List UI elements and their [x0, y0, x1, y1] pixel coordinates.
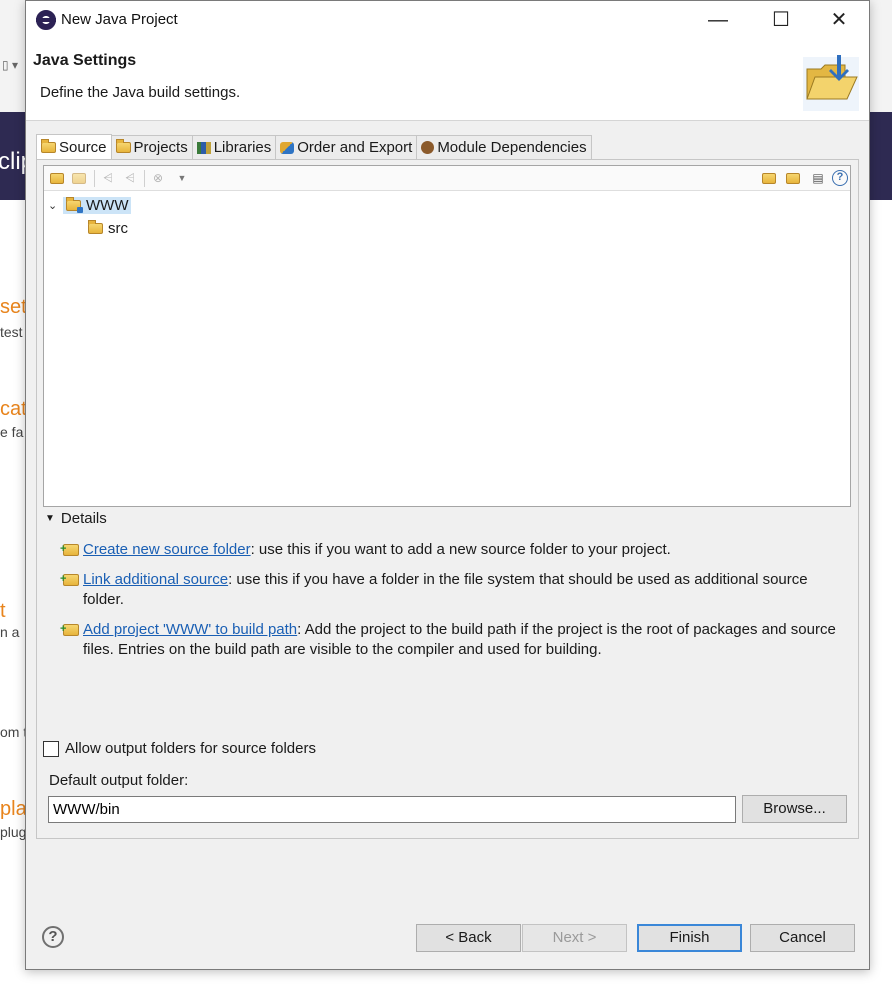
cancel-button[interactable]: Cancel: [750, 924, 855, 952]
folder-icon: [41, 139, 56, 153]
tree-item-project[interactable]: ⌄ WWW: [48, 194, 132, 216]
finish-button[interactable]: Finish: [637, 924, 742, 952]
window-title: New Java Project: [61, 11, 178, 28]
add-project-icon: [60, 619, 79, 639]
tab-label: Order and Export: [297, 139, 413, 156]
order-export-icon: [280, 141, 295, 154]
filter-icon[interactable]: ⩤: [100, 170, 116, 186]
minimize-button[interactable]: —: [703, 7, 733, 33]
background-fragment: om t: [0, 724, 28, 740]
details-section-toggle[interactable]: ▼ Details: [45, 510, 107, 527]
remove-entry-icon[interactable]: ▤: [810, 170, 826, 186]
tab-label: Module Dependencies: [437, 139, 587, 156]
tree-toolbar: ⩤ ⩤ ⊗ ▼ ▤ ?: [44, 166, 850, 191]
add-folder-icon[interactable]: [50, 173, 64, 184]
help-button[interactable]: ?: [42, 926, 64, 948]
tree-item-src[interactable]: src: [88, 217, 128, 239]
filter-edit-icon[interactable]: ⩤: [122, 170, 138, 186]
source-tab-panel: ⩤ ⩤ ⊗ ▼ ▤ ? ⌄ WWW src ▼ Details + Create…: [36, 159, 859, 839]
back-button[interactable]: < Back: [416, 924, 521, 952]
tab-projects[interactable]: Projects: [110, 135, 193, 159]
source-folder-icon: [88, 219, 103, 234]
tree-item-label: WWW: [86, 196, 129, 214]
checkbox-label: Allow output folders for source folders: [65, 740, 316, 757]
wizard-banner: Java Settings Define the Java build sett…: [26, 39, 869, 121]
help-icon[interactable]: ?: [832, 170, 848, 186]
libraries-icon: [196, 141, 211, 154]
chevron-down-icon[interactable]: ⌄: [48, 199, 58, 212]
title-bar[interactable]: New Java Project — ☐ ✕: [26, 1, 869, 39]
new-java-project-dialog: New Java Project — ☐ ✕ Java Settings Def…: [25, 0, 870, 970]
page-title: Java Settings: [33, 52, 137, 69]
tab-source[interactable]: Source: [36, 134, 112, 160]
eclipse-icon: [36, 10, 56, 30]
link-folder-icon[interactable]: [786, 173, 800, 184]
chevron-down-icon[interactable]: ▼: [174, 170, 190, 186]
tab-module-dependencies[interactable]: Module Dependencies: [416, 135, 592, 159]
remove-icon[interactable]: ⊗: [150, 170, 166, 186]
detail-description: : use this if you want to add a new sour…: [250, 541, 671, 558]
triangle-down-icon: ▼: [45, 513, 55, 524]
detail-text: Add project 'WWW' to build path: Add the…: [83, 620, 843, 660]
detail-item: Create new source folder: use this if yo…: [60, 539, 843, 560]
project-folder-icon: [66, 196, 83, 213]
detail-text: Link additional source: use this if you …: [83, 570, 843, 610]
link-source-icon: [60, 569, 79, 589]
details-header: Details: [60, 510, 107, 527]
toolbar-separator: [94, 170, 95, 187]
link-additional-source-link[interactable]: Link additional source: [83, 571, 228, 588]
link-source-icon[interactable]: [72, 173, 86, 184]
background-fragment: test: [0, 324, 23, 340]
toolbar-separator: [144, 170, 145, 187]
create-new-source-folder-link[interactable]: Create new source folder: [83, 541, 251, 558]
page-description: Define the Java build settings.: [40, 84, 241, 101]
background-fragment: t: [0, 600, 6, 622]
add-project-to-build-path-link[interactable]: Add project 'WWW' to build path: [83, 621, 297, 638]
default-output-folder-input[interactable]: [48, 796, 736, 823]
close-button[interactable]: ✕: [824, 7, 854, 33]
module-icon: [421, 141, 435, 154]
tree-item-label: src: [108, 219, 128, 237]
background-fragment: e fa: [0, 424, 24, 440]
detail-text: Create new source folder: use this if yo…: [83, 540, 671, 560]
detail-item: Link additional source: use this if you …: [60, 569, 843, 610]
background-fragment: plug: [0, 824, 27, 840]
background-fragment: cat: [0, 398, 27, 420]
browse-button[interactable]: Browse...: [742, 795, 847, 823]
maximize-button[interactable]: ☐: [766, 7, 796, 33]
next-button[interactable]: Next >: [522, 924, 627, 952]
tab-label: Projects: [133, 139, 188, 156]
tab-libraries[interactable]: Libraries: [191, 135, 277, 159]
tree-item-selection: WWW: [63, 196, 132, 214]
build-settings-area: Source Projects Libraries Order and Expo…: [36, 131, 859, 839]
folder-wizard-icon: [803, 55, 859, 111]
tab-label: Source: [59, 139, 107, 156]
background-fragment: n a: [0, 624, 20, 640]
new-source-folder-icon[interactable]: [762, 173, 776, 184]
tab-label: Libraries: [213, 139, 272, 156]
allow-output-folders-checkbox[interactable]: [43, 740, 59, 757]
default-output-folder-label: Default output folder:: [49, 772, 189, 789]
tab-order-and-export[interactable]: Order and Export: [275, 135, 418, 159]
detail-item: Add project 'WWW' to build path: Add the…: [60, 619, 843, 660]
allow-output-folders-option[interactable]: Allow output folders for source folders: [43, 740, 316, 757]
new-source-folder-icon: [60, 539, 79, 559]
projects-icon: [115, 139, 131, 153]
settings-tabs: Source Projects Libraries Order and Expo…: [36, 134, 592, 160]
source-folder-tree[interactable]: ⩤ ⩤ ⊗ ▼ ▤ ? ⌄ WWW src: [43, 165, 851, 507]
